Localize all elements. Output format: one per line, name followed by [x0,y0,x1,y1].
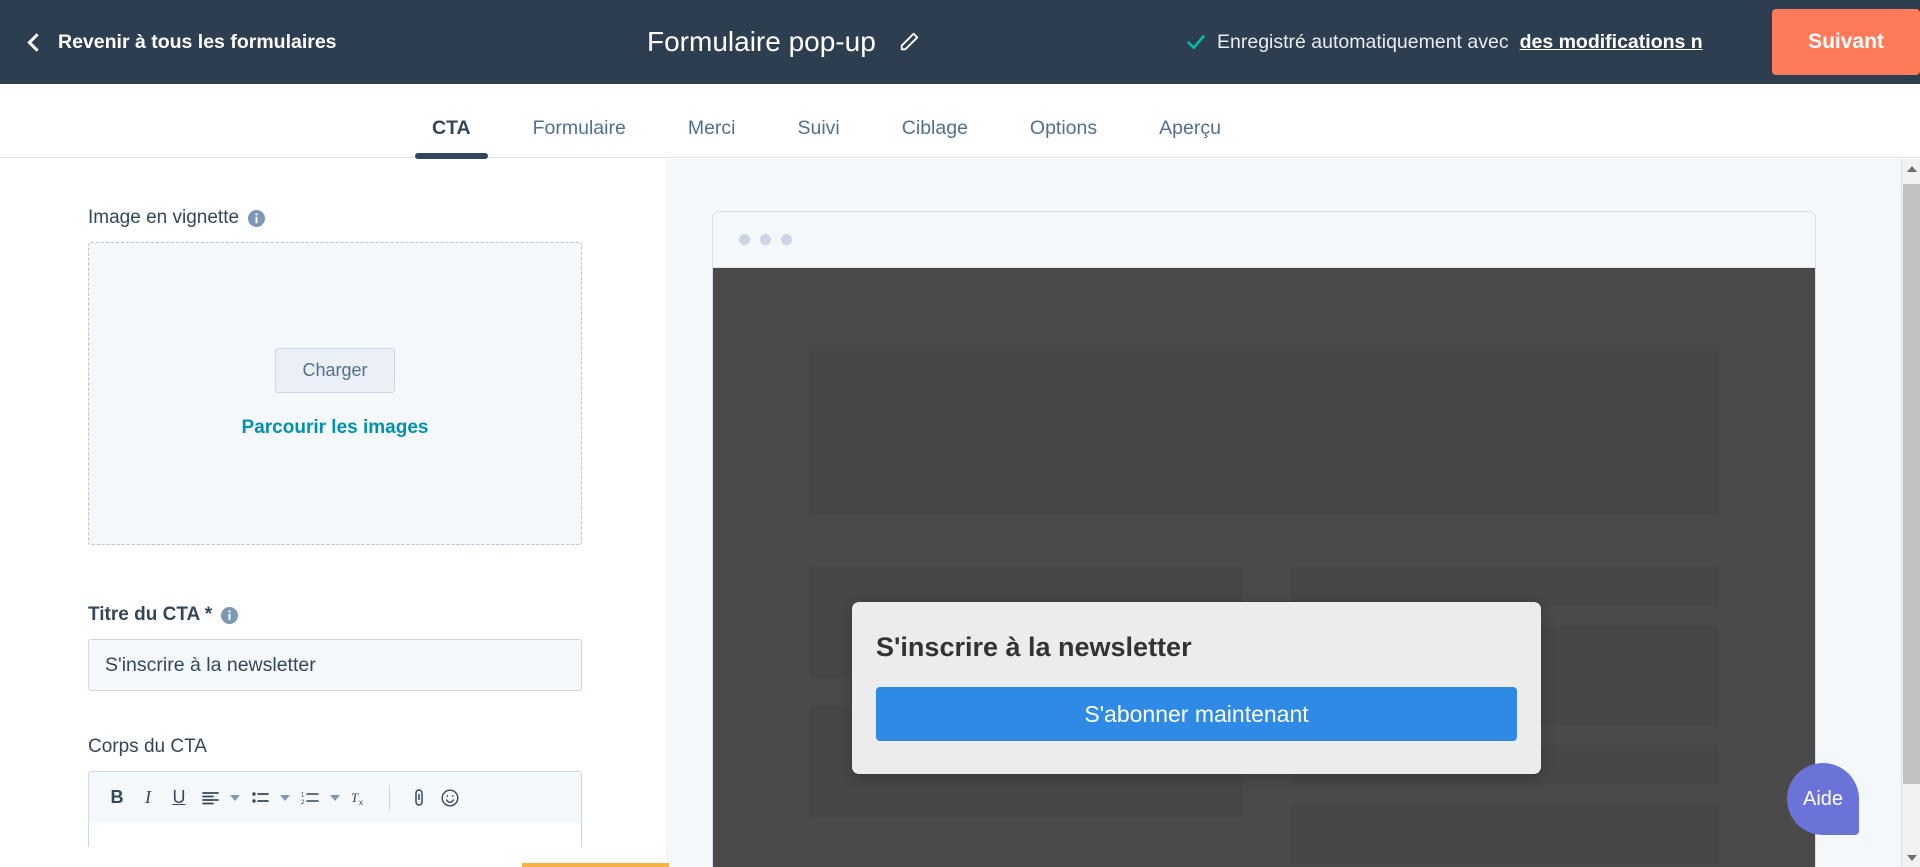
autosave-text: Enregistré automatiquement avec [1217,31,1509,54]
tab-merci[interactable]: Merci [688,117,736,158]
back-to-forms-label: Revenir à tous les formulaires [58,31,337,54]
align-dropdown-caret-icon[interactable] [227,783,243,813]
emoji-icon[interactable] [436,783,464,813]
rich-text-editor-body[interactable] [88,823,582,847]
tab-ciblage[interactable]: Ciblage [902,117,968,158]
bulleted-list-icon[interactable] [246,783,274,813]
align-left-icon[interactable] [196,783,224,813]
svg-text:x: x [359,798,363,806]
numbered-list-dropdown-caret-icon[interactable] [327,783,343,813]
browser-dots-icon [739,234,750,245]
upload-button[interactable]: Charger [275,348,394,393]
cta-title-label-row: Titre du CTA * [88,604,582,626]
cta-title-input[interactable] [88,639,582,691]
tab-formulaire[interactable]: Formulaire [533,117,626,158]
cta-body-label-row: Corps du CTA [88,736,582,758]
cta-settings-panel: Image en vignette Charger Parcourir les … [0,159,668,867]
bulleted-list-dropdown-caret-icon[interactable] [277,783,293,813]
popup-subscribe-button[interactable]: S'abonner maintenant [876,687,1517,741]
clear-formatting-icon[interactable]: T x [346,783,374,813]
svg-text:1: 1 [301,792,305,798]
svg-text:T: T [351,790,359,805]
pencil-icon[interactable] [898,31,920,53]
skeleton-block [1291,567,1719,605]
toolbar-divider [389,785,390,811]
image-dropzone[interactable]: Charger Parcourir les images [88,242,582,545]
tab-options[interactable]: Options [1030,117,1097,158]
tab-cta[interactable]: CTA [432,117,471,158]
page-dim-overlay: S'inscrire à la newsletter S'abonner mai… [713,268,1815,867]
autosave-changes-link[interactable]: des modifications n [1520,31,1703,54]
thumbnail-label: Image en vignette [88,207,239,229]
tab-apercu[interactable]: Aperçu [1159,117,1221,158]
autosave-status: Enregistré automatiquement avec des modi… [1185,0,1703,84]
chevron-left-icon [27,33,45,51]
skeleton-block [1291,804,1719,864]
editor-tabs-bar: CTA Formulaire Merci Suivi Ciblage Optio… [0,84,1920,158]
cta-title-field: Titre du CTA * [88,604,582,691]
page-scrollbar[interactable] [1901,159,1920,867]
scroll-down-arrow-icon[interactable] [1902,848,1920,867]
link-icon[interactable] [405,783,433,813]
tab-suivi[interactable]: Suivi [798,117,840,158]
editor-tabs: CTA Formulaire Merci Suivi Ciblage Optio… [0,84,1920,158]
cta-title-label: Titre du CTA * [88,604,212,626]
popup-title: S'inscrire à la newsletter [876,632,1517,663]
cta-body-field: Corps du CTA B I U [88,736,582,847]
underline-icon[interactable]: U [165,783,193,813]
scroll-up-arrow-icon[interactable] [1902,159,1920,178]
thumbnail-label-row: Image en vignette [88,207,582,229]
app-header: Revenir à tous les formulaires Formulair… [0,0,1920,84]
info-icon[interactable] [248,210,265,227]
browser-mockup: S'inscrire à la newsletter S'abonner mai… [712,211,1816,867]
check-icon [1185,32,1206,53]
back-to-forms-link[interactable]: Revenir à tous les formulaires [30,31,337,54]
svg-text:2: 2 [301,800,305,805]
thumbnail-field: Image en vignette Charger Parcourir les … [88,207,582,545]
skeleton-block [809,350,1719,515]
browser-chrome-bar [713,212,1815,268]
form-preview-area: S'inscrire à la newsletter S'abonner mai… [669,159,1901,867]
next-button[interactable]: Suivant [1772,9,1920,75]
numbered-list-icon[interactable]: 1 2 [296,783,324,813]
info-icon[interactable] [221,607,238,624]
bold-icon[interactable]: B [103,783,131,813]
browser-dots-icon [760,234,771,245]
scrollbar-thumb[interactable] [1903,184,1920,784]
browser-dots-icon [781,234,792,245]
popup-cta-preview: S'inscrire à la newsletter S'abonner mai… [852,602,1541,774]
document-title-group: Formulaire pop-up [647,0,920,84]
cta-body-label: Corps du CTA [88,736,207,758]
help-button[interactable]: Aide [1787,763,1859,835]
rich-text-toolbar: B I U 1 [88,771,582,823]
browse-images-link[interactable]: Parcourir les images [242,417,429,439]
page-title: Formulaire pop-up [647,26,876,58]
italic-icon[interactable]: I [134,783,162,813]
